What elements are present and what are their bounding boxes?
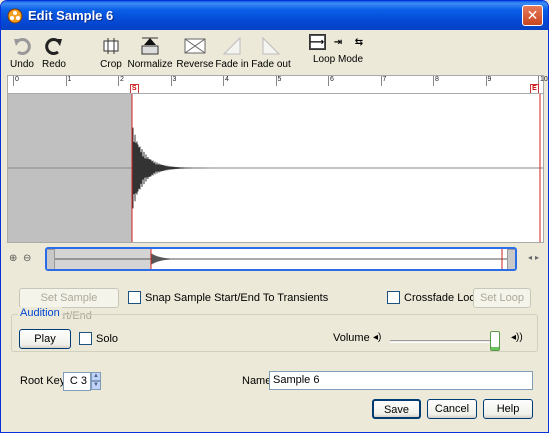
normalize-button[interactable]: Normalize xyxy=(127,33,173,70)
overview-left-handle[interactable] xyxy=(47,249,55,269)
root-key-label: Root Key: xyxy=(20,375,69,387)
solo-checkbox[interactable]: Solo xyxy=(79,332,118,345)
loop-mode-group: ⟶ ⇥ ⇆ Loop Mode xyxy=(308,33,368,65)
reverse-label: Reverse xyxy=(176,59,214,70)
normalize-label: Normalize xyxy=(127,59,173,70)
reverse-button[interactable]: Reverse xyxy=(175,33,215,70)
solo-label: Solo xyxy=(96,332,119,345)
ruler-tick-label: 10 xyxy=(540,76,548,83)
undo-label: Undo xyxy=(10,59,34,70)
solo-checkbox-box[interactable] xyxy=(79,332,92,345)
loop-mode-label: Loop Mode xyxy=(312,54,364,65)
fade-in-label: Fade in xyxy=(215,59,249,70)
waveform-view[interactable] xyxy=(7,93,544,243)
overview-waveform xyxy=(47,249,515,269)
crop-button[interactable]: Crop xyxy=(97,33,125,70)
window-title: Edit Sample 6 xyxy=(28,8,114,23)
root-key-spinner[interactable]: ▲ ▼ xyxy=(91,372,101,390)
overview-row: ⊕ ⊖ ◂▸ xyxy=(7,245,544,275)
volume-high-icon: ◂)) xyxy=(511,332,523,343)
ruler-tick-label: 7 xyxy=(382,76,387,83)
redo-button[interactable]: Redo xyxy=(39,33,69,70)
toolbar: Undo Redo Crop Normalize Reverse Fade in… xyxy=(7,31,544,73)
set-sample-start-end-button[interactable]: Set Sample Start/End xyxy=(19,288,119,322)
title-bar: Edit Sample 6 ✕ xyxy=(1,1,548,30)
fade-out-label: Fade out xyxy=(251,59,291,70)
ruler-tick-label: 9 xyxy=(487,76,492,83)
ruler-tick-label: 0 xyxy=(15,76,19,83)
cancel-button[interactable]: Cancel xyxy=(427,399,477,419)
fade-out-icon xyxy=(262,36,281,55)
volume-label: Volume xyxy=(333,332,370,344)
scroll-arrows-icon[interactable]: ◂▸ xyxy=(528,253,542,262)
ruler-tick-label: 5 xyxy=(277,76,282,83)
undo-button[interactable]: Undo xyxy=(7,33,37,70)
zoom-out-icon[interactable]: ⊖ xyxy=(23,253,31,264)
reverse-icon xyxy=(184,38,206,54)
ruler-tick-label: 8 xyxy=(435,76,439,83)
crossfade-loop-checkbox[interactable]: Crossfade Loop xyxy=(387,291,482,304)
crop-label: Crop xyxy=(100,59,122,70)
snap-label: Snap Sample Start/End To Transients xyxy=(145,291,329,304)
edit-sample-dialog: Edit Sample 6 ✕ Undo Redo Crop Normalize… xyxy=(0,0,549,433)
undo-icon xyxy=(14,38,31,55)
fade-in-button[interactable]: Fade in xyxy=(214,33,250,70)
normalize-icon xyxy=(141,37,159,55)
crossfade-checkbox-box[interactable] xyxy=(387,291,400,304)
time-ruler[interactable]: 0 1 2 3 4 5 6 7 8 9 10 S E xyxy=(7,75,548,94)
loop-stop-icon[interactable]: ⇥ xyxy=(330,34,347,50)
volume-slider-track[interactable] xyxy=(390,340,500,343)
volume-low-icon: ◂) xyxy=(373,332,382,343)
audition-legend: Audition xyxy=(18,307,62,319)
fade-out-button[interactable]: Fade out xyxy=(251,33,291,70)
spin-up-icon[interactable]: ▲ xyxy=(91,372,101,381)
root-key-field[interactable]: C 3 xyxy=(63,372,91,391)
overview-right-handle[interactable] xyxy=(507,249,515,269)
name-field[interactable]: Sample 6 xyxy=(269,371,533,390)
help-button[interactable]: Help xyxy=(483,399,533,419)
ruler-tick-label: 1 xyxy=(67,76,72,83)
crossfade-label: Crossfade Loop xyxy=(404,291,482,304)
ruler-tick-label: 3 xyxy=(172,76,177,83)
volume-slider-thumb[interactable] xyxy=(489,331,500,351)
zoom-in-icon[interactable]: ⊕ xyxy=(9,253,17,264)
set-loop-button[interactable]: Set Loop xyxy=(473,288,531,308)
spin-down-icon[interactable]: ▼ xyxy=(91,381,101,390)
save-button[interactable]: Save xyxy=(372,399,421,419)
crop-icon xyxy=(103,38,119,54)
loop-pingpong-icon[interactable]: ⇆ xyxy=(351,34,368,50)
snap-checkbox-box[interactable] xyxy=(128,291,141,304)
overview-scrollbar[interactable] xyxy=(45,247,517,271)
play-button[interactable]: Play xyxy=(19,329,71,349)
ruler-tick-label: 4 xyxy=(225,76,229,83)
waveform-graphic xyxy=(8,94,543,242)
waveform-path xyxy=(132,127,248,209)
redo-label: Redo xyxy=(42,59,66,70)
fade-in-icon xyxy=(222,36,241,55)
loop-forward-icon[interactable]: ⟶ xyxy=(308,34,326,50)
ruler-tick-label: 6 xyxy=(330,76,334,83)
redo-icon xyxy=(45,38,62,55)
snap-to-transients-checkbox[interactable]: Snap Sample Start/End To Transients xyxy=(128,291,328,304)
ruler-tick-label: 2 xyxy=(120,76,124,83)
close-button[interactable]: ✕ xyxy=(522,5,543,26)
app-icon xyxy=(7,8,23,23)
